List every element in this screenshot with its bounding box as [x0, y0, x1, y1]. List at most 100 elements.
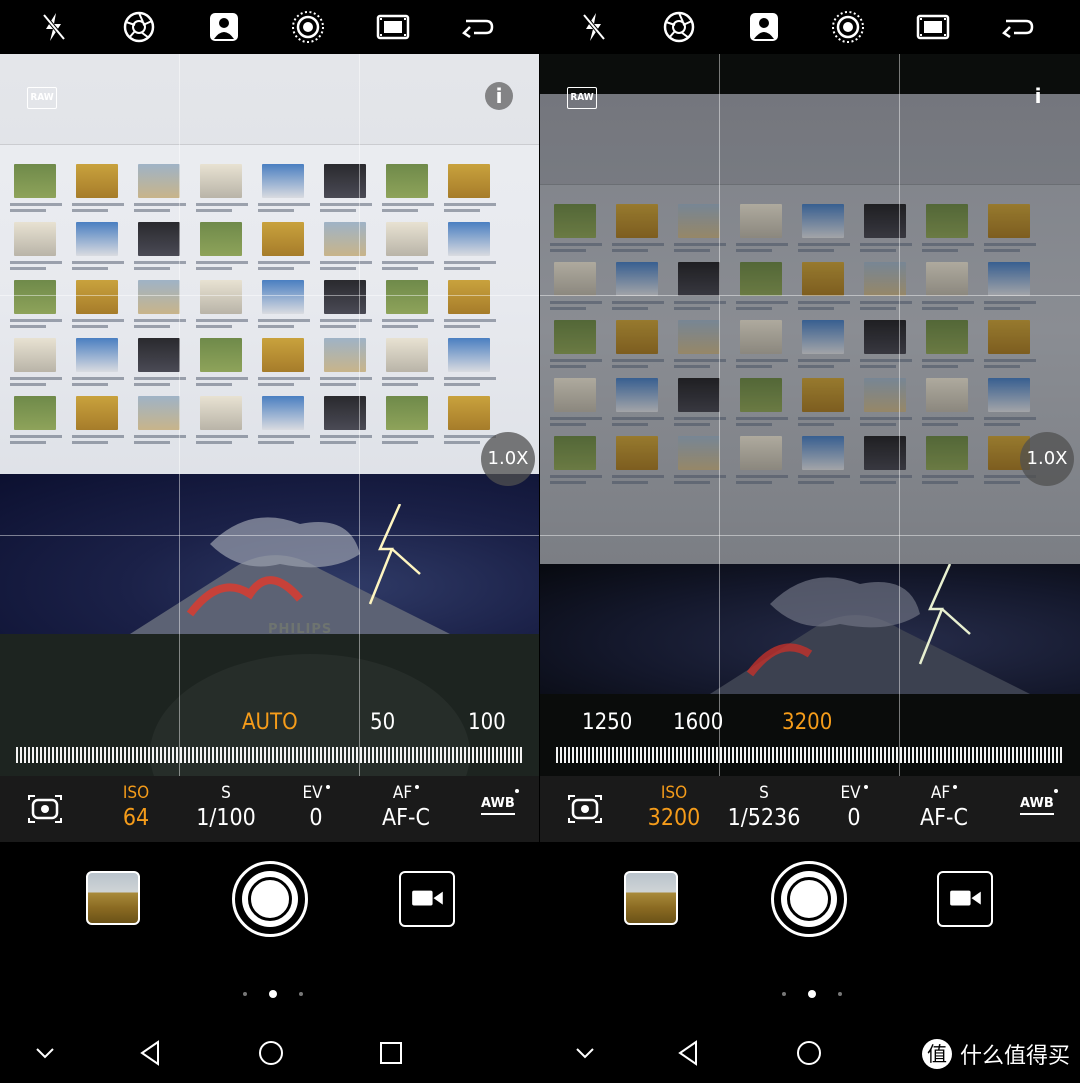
viewfinder[interactable]: RAW i 1.0X 1250 1600 3200: [540, 54, 1080, 776]
scene-photo-caption: [798, 240, 850, 254]
scene-wallpaper: [0, 474, 539, 634]
home-icon[interactable]: [794, 1038, 824, 1068]
iso-option-50[interactable]: 50: [370, 710, 395, 735]
ev-setting[interactable]: EV 0: [276, 782, 356, 832]
scene-photo-caption: [860, 356, 912, 370]
aperture-icon[interactable]: [121, 9, 157, 45]
scene-photo-caption: [10, 316, 62, 330]
scene-photo-caption: [550, 240, 602, 254]
gallery-thumbnail[interactable]: [624, 871, 678, 925]
scene-photo-caption: [612, 298, 664, 312]
portrait-icon[interactable]: [746, 9, 782, 45]
back-icon[interactable]: [674, 1038, 704, 1068]
info-button[interactable]: i: [1024, 82, 1052, 110]
scene-photo-caption: [196, 432, 248, 446]
scene-photo-thumb: [448, 222, 490, 256]
value-slider-ticks[interactable]: [16, 747, 523, 763]
video-camera-icon: [412, 890, 443, 906]
scene-photo-caption: [612, 240, 664, 254]
raw-toggle[interactable]: RAW: [567, 87, 597, 109]
shutter-button[interactable]: [771, 861, 847, 937]
top-toolbar: [540, 0, 1080, 54]
site-watermark: 值 什么值得买: [921, 1037, 1070, 1071]
scene-photo-thumb: [200, 280, 242, 314]
shutter-value: 1/100: [196, 805, 256, 831]
ev-setting[interactable]: EV 0: [814, 782, 894, 832]
video-mode-button[interactable]: [937, 871, 993, 927]
scene-photo-thumb: [740, 262, 782, 296]
scene-photo-caption: [550, 356, 602, 370]
value-slider-ticks[interactable]: [556, 747, 1064, 763]
watermark-text: 什么值得买: [959, 1044, 1070, 1069]
scene-photo-caption: [196, 200, 248, 214]
scene-photo-caption: [860, 240, 912, 254]
iso-option-3200[interactable]: 3200: [782, 710, 832, 735]
scene-photo-thumb: [14, 338, 56, 372]
chevron-down-icon[interactable]: [570, 1038, 600, 1068]
zoom-button[interactable]: 1.0X: [481, 432, 535, 486]
gallery-thumbnail[interactable]: [86, 871, 140, 925]
grid-line: [359, 54, 360, 776]
back-icon[interactable]: [136, 1038, 166, 1068]
scene-photo-thumb: [988, 262, 1030, 296]
scene-photo-thumb: [678, 436, 720, 470]
scene-photo-thumb: [386, 222, 428, 256]
metering-icon[interactable]: [26, 794, 64, 824]
film-filter-icon[interactable]: [375, 9, 411, 45]
viewfinder[interactable]: PHILIPS RAW i 1.0X AUTO 50 100: [0, 54, 539, 776]
portrait-icon[interactable]: [206, 9, 242, 45]
af-setting[interactable]: AF AF-C: [904, 782, 984, 832]
scene-photo-thumb: [200, 396, 242, 430]
iso-option-1600[interactable]: 1600: [673, 710, 723, 735]
iso-option-auto[interactable]: AUTO: [242, 710, 298, 735]
shutter-setting[interactable]: S 1/5236: [724, 782, 804, 832]
shutter-button[interactable]: [232, 861, 308, 937]
film-filter-icon[interactable]: [915, 9, 951, 45]
live-photo-icon[interactable]: [830, 9, 866, 45]
scene-photo-thumb: [262, 280, 304, 314]
scene-photo-thumb: [678, 262, 720, 296]
chevron-down-icon[interactable]: [30, 1038, 60, 1068]
flash-off-icon[interactable]: [576, 9, 612, 45]
aperture-icon[interactable]: [661, 9, 697, 45]
switch-camera-icon[interactable]: [460, 9, 496, 45]
scene-photo-thumb: [76, 338, 118, 372]
shutter-setting[interactable]: S 1/100: [186, 782, 266, 832]
iso-option-1250[interactable]: 1250: [582, 710, 632, 735]
scene-photo-thumb: [14, 280, 56, 314]
flash-off-icon[interactable]: [36, 9, 72, 45]
scene-photo-caption: [320, 258, 372, 272]
scene-photo-thumb: [740, 378, 782, 412]
scene-photo-caption: [72, 200, 124, 214]
home-icon[interactable]: [256, 1038, 286, 1068]
scene-photo-thumb: [262, 396, 304, 430]
switch-camera-icon[interactable]: [1000, 9, 1036, 45]
af-value: AF-C: [382, 805, 430, 831]
scene-photo-caption: [10, 258, 62, 272]
scene-photo-thumb: [740, 204, 782, 238]
recents-icon[interactable]: [376, 1038, 406, 1068]
awb-setting[interactable]: AWB: [1020, 796, 1054, 815]
scene-photo-thumb: [678, 378, 720, 412]
af-setting[interactable]: AF AF-C: [366, 782, 446, 832]
video-mode-button[interactable]: [399, 871, 455, 927]
scene-photo-caption: [382, 316, 434, 330]
info-button[interactable]: i: [485, 82, 513, 110]
metering-icon[interactable]: [566, 794, 604, 824]
iso-setting[interactable]: ISO 3200: [634, 782, 714, 832]
scene-file-explorer: [0, 54, 539, 474]
iso-option-100[interactable]: 100: [468, 710, 506, 735]
scene-photo-caption: [382, 200, 434, 214]
pro-settings-bar: ISO 64 S 1/100 EV 0 AF AF-C AWB: [0, 776, 539, 842]
zoom-button[interactable]: 1.0X: [1020, 432, 1074, 486]
scene-photo-thumb: [554, 436, 596, 470]
awb-setting[interactable]: AWB: [481, 796, 515, 815]
scene-photo-thumb: [14, 164, 56, 198]
scene-photo-caption: [382, 258, 434, 272]
raw-toggle[interactable]: RAW: [27, 87, 57, 109]
scene-photo-thumb: [802, 262, 844, 296]
camera-screen-right: RAW i 1.0X 1250 1600 3200 ISO 3200 S 1/5…: [540, 0, 1080, 1083]
iso-setting[interactable]: ISO 64: [96, 782, 176, 832]
live-photo-icon[interactable]: [290, 9, 326, 45]
grid-line: [540, 535, 1080, 536]
